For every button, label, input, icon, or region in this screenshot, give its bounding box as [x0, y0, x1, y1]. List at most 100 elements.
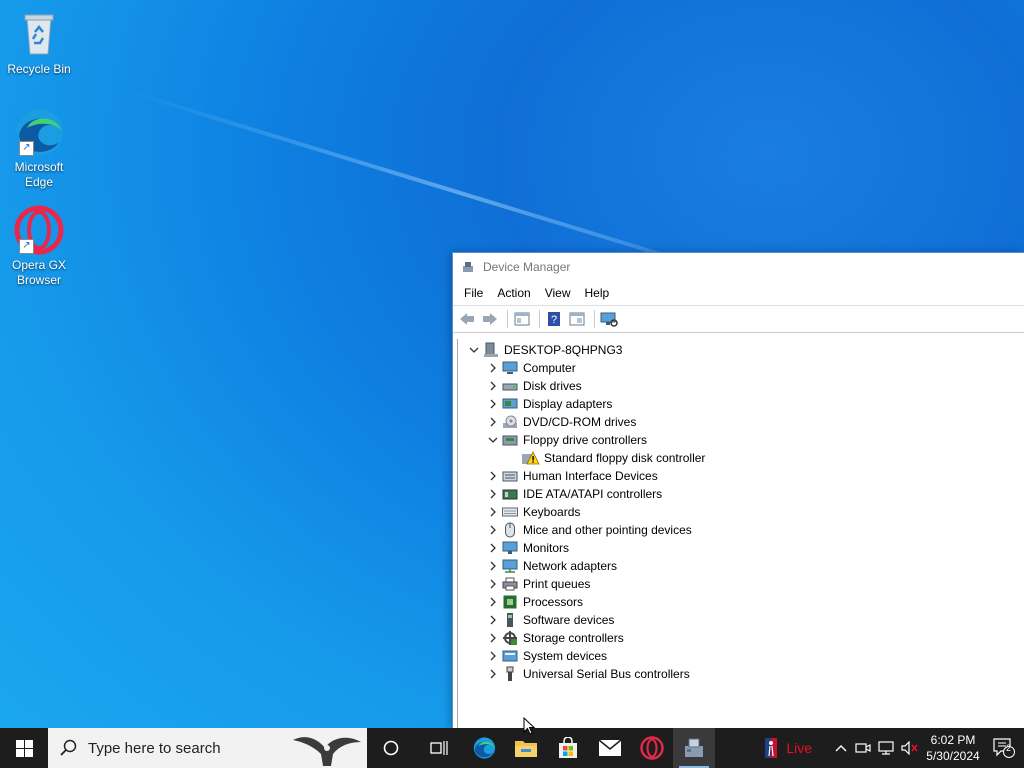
ide-icon	[501, 486, 519, 502]
shortcut-arrow-icon: ↗	[19, 239, 34, 254]
tree-item[interactable]: Human Interface Devices	[458, 467, 1024, 485]
expand-chevron-icon[interactable]	[485, 594, 501, 610]
expand-chevron-icon[interactable]	[485, 558, 501, 574]
news-live-label[interactable]: Live	[786, 740, 812, 756]
help-button[interactable]: ?	[544, 309, 564, 329]
camera-icon	[855, 743, 871, 753]
tree-item-label: Universal Serial Bus controllers	[523, 667, 690, 681]
opera-gx-icon: ↗	[13, 204, 65, 256]
tree-item[interactable]: Monitors	[458, 539, 1024, 557]
processor-icon	[501, 594, 519, 610]
tree-item-label: DVD/CD-ROM drives	[523, 415, 637, 429]
hid-icon	[501, 468, 519, 484]
tree-item[interactable]: Computer	[458, 359, 1024, 377]
nba-logo-icon	[765, 738, 778, 758]
tree-item-label: Keyboards	[523, 505, 581, 519]
menu-action[interactable]: Action	[490, 286, 537, 300]
search-highlight-eagle-icon	[293, 737, 361, 766]
menu-help[interactable]: Help	[578, 286, 617, 300]
collapse-chevron-icon[interactable]	[466, 342, 482, 358]
expand-chevron-icon[interactable]	[485, 378, 501, 394]
tree-item[interactable]: Disk drives	[458, 377, 1024, 395]
menu-file[interactable]: File	[457, 286, 490, 300]
task-view-icon	[430, 741, 448, 755]
properties-icon	[514, 312, 530, 326]
clock[interactable]: 6:02 PM 5/30/2024	[922, 732, 984, 764]
tree-child-item[interactable]: Standard floppy disk controller	[458, 449, 1024, 467]
taskbar: Type here to search Live 6:02 PM 5/30/20…	[0, 728, 1024, 768]
forward-icon	[483, 313, 497, 325]
desktop-icon-edge[interactable]: ↗ Microsoft Edge	[4, 106, 74, 190]
clock-time: 6:02 PM	[930, 733, 976, 747]
tree-item[interactable]: Mice and other pointing devices	[458, 521, 1024, 539]
tree-item[interactable]: DVD/CD-ROM drives	[458, 413, 1024, 431]
network-icon	[501, 558, 519, 574]
desktop-icon-opera-gx[interactable]: ↗ Opera GX Browser	[4, 204, 74, 288]
tree-item[interactable]: Universal Serial Bus controllers	[458, 665, 1024, 683]
mail-icon	[598, 739, 622, 756]
search-box[interactable]: Type here to search	[48, 728, 367, 768]
expand-chevron-icon[interactable]	[485, 414, 501, 430]
scan-hardware-button[interactable]	[599, 309, 619, 329]
expand-chevron-icon[interactable]	[485, 360, 501, 376]
tree-item[interactable]: Storage controllers	[458, 629, 1024, 647]
task-view-button[interactable]	[415, 728, 463, 768]
news-widget[interactable]	[756, 728, 786, 768]
tree-item[interactable]: Keyboards	[458, 503, 1024, 521]
expand-chevron-icon[interactable]	[485, 648, 501, 664]
expand-chevron-icon[interactable]	[485, 576, 501, 592]
printer-icon	[501, 576, 519, 592]
volume-muted-icon	[901, 741, 918, 755]
desktop-icon-recycle-bin[interactable]: Recycle Bin	[4, 8, 74, 77]
taskbar-app-edge[interactable]	[463, 728, 505, 768]
tree-item-label: Software devices	[523, 613, 615, 627]
mouse-cursor-icon	[523, 717, 535, 735]
taskbar-app-mail[interactable]	[589, 728, 631, 768]
tree-item[interactable]: Network adapters	[458, 557, 1024, 575]
expand-chevron-icon[interactable]	[485, 396, 501, 412]
meet-now-button[interactable]	[852, 728, 874, 768]
tree-item-label: IDE ATA/ATAPI controllers	[523, 487, 663, 501]
menu-view[interactable]: View	[538, 286, 578, 300]
computer-icon	[501, 360, 519, 376]
expand-chevron-icon[interactable]	[485, 612, 501, 628]
device-manager-icon	[463, 262, 473, 272]
computer-desktop-icon	[482, 342, 500, 358]
tree-item[interactable]: Display adapters	[458, 395, 1024, 413]
title-bar[interactable]: Device Manager	[453, 253, 1024, 281]
cortana-icon	[383, 740, 399, 756]
taskbar-app-device-manager[interactable]	[673, 728, 715, 768]
expand-chevron-icon[interactable]	[485, 504, 501, 520]
tree-item-label: Mice and other pointing devices	[523, 523, 692, 537]
cortana-button[interactable]	[367, 728, 415, 768]
tree-item-label: Storage controllers	[523, 631, 624, 645]
expand-chevron-icon[interactable]	[485, 666, 501, 682]
windows-logo-icon	[15, 739, 33, 757]
tree-item[interactable]: Print queues	[458, 575, 1024, 593]
properties-button[interactable]	[512, 309, 532, 329]
taskbar-app-store[interactable]	[547, 728, 589, 768]
volume-button[interactable]	[898, 728, 922, 768]
back-button[interactable]	[457, 309, 477, 329]
action-center-button[interactable]: 2	[984, 728, 1024, 768]
expand-chevron-icon[interactable]	[485, 486, 501, 502]
expand-chevron-icon[interactable]	[485, 540, 501, 556]
collapse-chevron-icon[interactable]	[485, 432, 501, 448]
network-button[interactable]	[874, 728, 898, 768]
taskbar-app-opera[interactable]	[631, 728, 673, 768]
expand-chevron-icon[interactable]	[485, 522, 501, 538]
tree-item[interactable]: Floppy drive controllers	[458, 431, 1024, 449]
update-driver-button[interactable]	[567, 309, 587, 329]
show-hidden-icons-button[interactable]	[830, 728, 852, 768]
expand-chevron-icon[interactable]	[485, 630, 501, 646]
monitor-icon	[501, 540, 519, 556]
forward-button[interactable]	[480, 309, 500, 329]
start-button[interactable]	[0, 728, 48, 768]
tree-item[interactable]: Software devices	[458, 611, 1024, 629]
tree-item[interactable]: System devices	[458, 647, 1024, 665]
toolbar-separator	[507, 310, 508, 328]
tree-root[interactable]: DESKTOP-8QHPNG3	[458, 341, 1024, 359]
tree-item[interactable]: Processors	[458, 593, 1024, 611]
expand-chevron-icon[interactable]	[485, 468, 501, 484]
tree-item[interactable]: IDE ATA/ATAPI controllers	[458, 485, 1024, 503]
